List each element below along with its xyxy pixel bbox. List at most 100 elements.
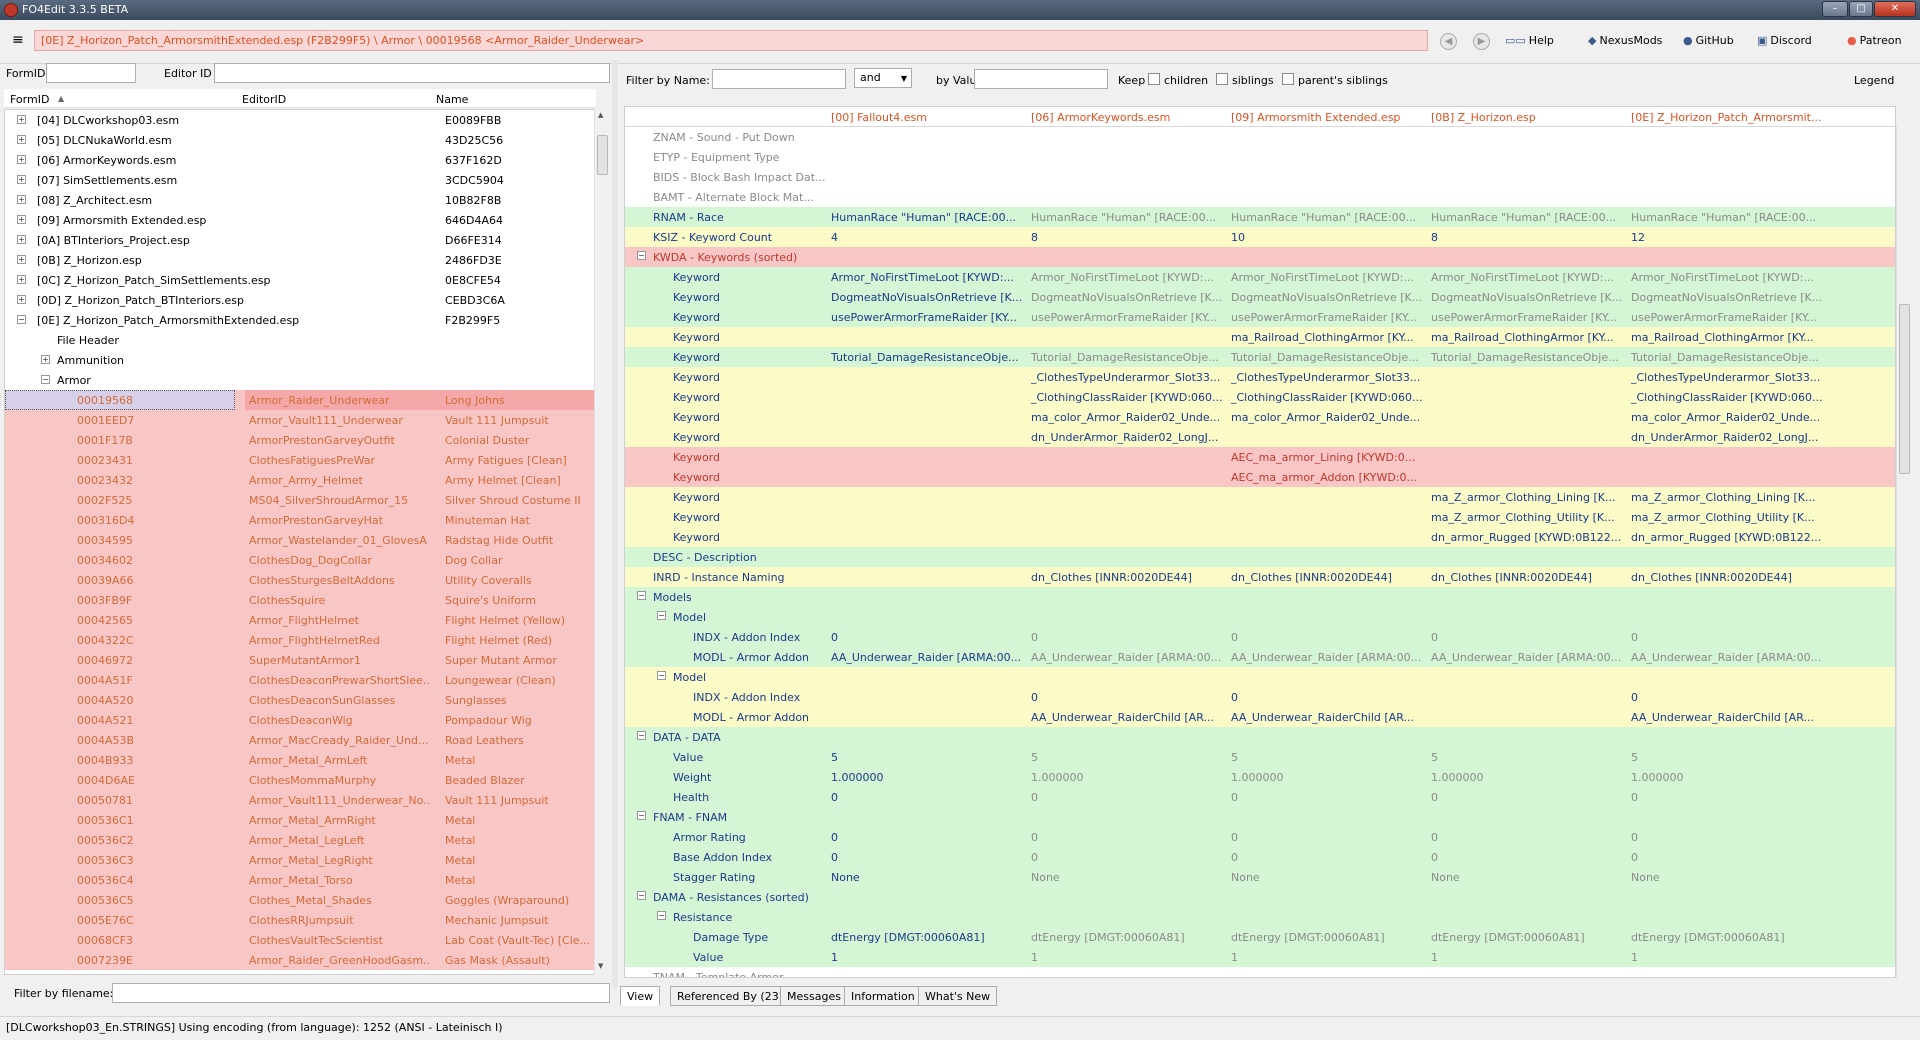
nexusmods-link[interactable]: ◆ NexusMods <box>1588 34 1662 47</box>
tree-record-row[interactable]: 0007239E Armor_Raider_GreenHoodGasm... Gas… <box>5 950 595 970</box>
tree-record-row[interactable]: 0004D6AE ClothesMommaMurphy Beaded Blazer <box>5 770 595 790</box>
grid-row[interactable]: Base Addon Index 0 0 0 0 0 <box>625 847 1895 867</box>
tree-file-row[interactable]: + [0B] Z_Horizon.esp 2486FD3E <box>5 250 595 270</box>
filter-filename-input[interactable] <box>112 983 610 1003</box>
grid-col-1[interactable]: [06] ArmorKeywords.esm <box>1031 111 1170 124</box>
tree-record-row[interactable]: 0004322C Armor_FlightHelmetRed Flight Helm… <box>5 630 595 650</box>
tree-record-row[interactable]: 0004A53B Armor_MacCready_Raider_Und... Roa… <box>5 730 595 750</box>
grid-scroll-thumb[interactable] <box>1899 304 1910 474</box>
tree-file-header[interactable]: File Header <box>5 330 595 350</box>
children-checkbox[interactable] <box>1148 73 1160 85</box>
grid-row[interactable]: Keyword Armor_NoFirstTimeLoot [KYWD:... Ar… <box>625 267 1895 287</box>
grid-row[interactable]: Keyword AEC_ma_armor_Addon [KYWD:0... <box>625 467 1895 487</box>
github-link[interactable]: ● GitHub <box>1683 34 1734 47</box>
and-or-select[interactable]: and ▼ <box>854 68 912 88</box>
grid-row[interactable]: KSIZ - Keyword Count 4 8 10 8 12 <box>625 227 1895 247</box>
siblings-checkbox[interactable] <box>1216 73 1228 85</box>
tree-record-row[interactable]: 000536C1 Armor_Metal_ArmRight Metal <box>5 810 595 830</box>
grid-row[interactable]: BAMT - Alternate Block Mat... <box>625 187 1895 207</box>
grid-row[interactable]: ZNAM - Sound - Put Down <box>625 127 1895 147</box>
grid-row[interactable]: Keyword AEC_ma_armor_Lining [KYWD:0... <box>625 447 1895 467</box>
tree-record-row[interactable]: 0004B933 Armor_Metal_ArmLeft Metal <box>5 750 595 770</box>
grid-row[interactable]: Keyword dn_armor_Rugged [KYWD:0B122... dn_… <box>625 527 1895 547</box>
parents-siblings-checkbox[interactable] <box>1282 73 1294 85</box>
tree-record-row[interactable]: 00023431 ClothesFatiguesPreWar Army Fatigu… <box>5 450 595 470</box>
grid-row[interactable]: − Model <box>625 667 1895 687</box>
tree-record-row[interactable]: 00034595 Armor_Wastelander_01_GlovesA Rads… <box>5 530 595 550</box>
tree-file-row[interactable]: + [0C] Z_Horizon_Patch_SimSettlements.esp… <box>5 270 595 290</box>
collapse-icon[interactable]: − <box>17 315 26 324</box>
expand-icon[interactable]: + <box>17 135 26 144</box>
tree-file-row[interactable]: + [09] Armorsmith Extended.esp 646D4A64 <box>5 210 595 230</box>
grid-row[interactable]: MODL - Armor Addon AA_Underwear_Raider [A… <box>625 647 1895 667</box>
grid-row[interactable]: Value 5 5 5 5 5 <box>625 747 1895 767</box>
grid-row[interactable]: Keyword DogmeatNoVisualsOnRetrieve [K... D… <box>625 287 1895 307</box>
help-link[interactable]: ▭▭ Help <box>1505 34 1554 47</box>
grid-row[interactable]: INRD - Instance Naming dn_Clothes [INNR:0… <box>625 567 1895 587</box>
grid-row[interactable]: Keyword usePowerArmorFrameRaider [KY... us… <box>625 307 1895 327</box>
tree-file-row[interactable]: − [0E] Z_Horizon_Patch_ArmorsmithExtended… <box>5 310 595 330</box>
grid-scrollbar[interactable] <box>1896 126 1912 978</box>
scroll-down-icon[interactable]: ▼ <box>598 962 603 970</box>
maximize-button[interactable]: □ <box>1849 1 1873 17</box>
forward-button[interactable]: ▶ <box>1473 33 1490 50</box>
tree-record-row[interactable]: 0004A520 ClothesDeaconSunGlasses Sunglasse… <box>5 690 595 710</box>
grid-row[interactable]: Keyword ma_Z_armor_Clothing_Utility [K...… <box>625 507 1895 527</box>
menu-icon[interactable]: ≡ <box>12 32 24 48</box>
collapse-icon[interactable]: − <box>637 891 646 900</box>
scroll-up-icon[interactable]: ▲ <box>598 111 603 119</box>
collapse-icon[interactable]: − <box>657 671 666 680</box>
expand-icon[interactable]: + <box>17 295 26 304</box>
tree-scroll-thumb[interactable] <box>597 135 608 175</box>
tree-file-row[interactable]: + [05] DLCNukaWorld.esm 43D25C56 <box>5 130 595 150</box>
grid-row[interactable]: DESC - Description <box>625 547 1895 567</box>
tree-file-row[interactable]: + [0A] BTInteriors_Project.esp D66FE314 <box>5 230 595 250</box>
grid-row[interactable]: MODL - Armor Addon AA_Underwear_RaiderChi… <box>625 707 1895 727</box>
tab-referenced-by[interactable]: Referenced By (23) <box>670 986 791 1006</box>
filter-value-input[interactable] <box>974 69 1108 89</box>
tree-record-row[interactable]: 0003FB9F ClothesSquire Squire's Uniform <box>5 590 595 610</box>
grid-row[interactable]: Keyword ma_Railroad_ClothingArmor [KY... m… <box>625 327 1895 347</box>
tree-record-row[interactable]: 00046972 SuperMutantArmor1 Super Mutant Ar… <box>5 650 595 670</box>
tree-record-row[interactable]: 000536C2 Armor_Metal_LegLeft Metal <box>5 830 595 850</box>
grid-row[interactable]: Keyword ma_color_Armor_Raider02_Unde... ma… <box>625 407 1895 427</box>
filter-name-input[interactable] <box>712 69 846 89</box>
tree-scrollbar[interactable]: ▲ ▼ <box>594 109 610 975</box>
collapse-icon[interactable]: − <box>657 911 666 920</box>
editorid-input[interactable] <box>214 63 610 83</box>
tree-record-row[interactable]: 0002F525 MS04_SilverShroudArmor_15 Silver … <box>5 490 595 510</box>
expand-icon[interactable]: + <box>17 175 26 184</box>
tree-record-row[interactable]: 000316D4 ArmorPrestonGarveyHat Minuteman H… <box>5 510 595 530</box>
grid-col-3[interactable]: [0B] Z_Horizon.esp <box>1431 111 1536 124</box>
tree-record-row[interactable]: 00034602 ClothesDog_DogCollar Dog Collar <box>5 550 595 570</box>
close-button[interactable]: ✕ <box>1874 1 1916 17</box>
tree-armor[interactable]: − Armor <box>5 370 595 390</box>
tree-file-row[interactable]: + [04] DLCworkshop03.esm E0089FBB <box>5 110 595 130</box>
record-path-bar[interactable]: [0E] Z_Horizon_Patch_ArmorsmithExtended.… <box>34 30 1428 51</box>
tree-record-row[interactable]: 0004A521 ClothesDeaconWig Pompadour Wig <box>5 710 595 730</box>
expand-icon[interactable]: + <box>17 215 26 224</box>
grid-row[interactable]: Health 0 0 0 0 0 <box>625 787 1895 807</box>
grid-row[interactable]: RNAM - Race HumanRace "Human" [RACE:00...… <box>625 207 1895 227</box>
expand-icon[interactable]: + <box>17 195 26 204</box>
tab-whats-new[interactable]: What's New <box>918 986 998 1006</box>
tree-record-row[interactable]: 00039A66 ClothesSturgesBeltAddons Utility … <box>5 570 595 590</box>
collapse-icon[interactable]: − <box>637 811 646 820</box>
grid-row[interactable]: Keyword _ClothesTypeUnderarmor_Slot33... _… <box>625 367 1895 387</box>
expand-icon[interactable]: + <box>17 235 26 244</box>
grid-row[interactable]: Keyword _ClothingClassRaider [KYWD:060...… <box>625 387 1895 407</box>
grid-row[interactable]: TNAM - Template Armor <box>625 967 1895 977</box>
grid-row[interactable]: − Model <box>625 607 1895 627</box>
pane-splitter[interactable] <box>612 60 618 988</box>
collapse-icon[interactable]: − <box>637 731 646 740</box>
grid-row[interactable]: Keyword dn_UnderArmor_Raider02_LongJ... dn… <box>625 427 1895 447</box>
tree-record-row[interactable]: 0001EED7 Armor_Vault111_Underwear Vault 11… <box>5 410 595 430</box>
expand-icon[interactable]: + <box>17 255 26 264</box>
col-editorid[interactable]: EditorID <box>242 93 286 106</box>
tree-record-row[interactable]: 0005E76C ClothesRRJumpsuit Mechanic Jumpsu… <box>5 910 595 930</box>
grid-row[interactable]: Damage Type dtEnergy [DMGT:00060A81] dtEne… <box>625 927 1895 947</box>
grid-row[interactable]: Value 1 1 1 1 1 <box>625 947 1895 967</box>
grid-row[interactable]: Keyword Tutorial_DamageResistanceObje... T… <box>625 347 1895 367</box>
grid-row[interactable]: Keyword ma_Z_armor_Clothing_Lining [K... m… <box>625 487 1895 507</box>
grid-row[interactable]: − KWDA - Keywords (sorted) <box>625 247 1895 267</box>
